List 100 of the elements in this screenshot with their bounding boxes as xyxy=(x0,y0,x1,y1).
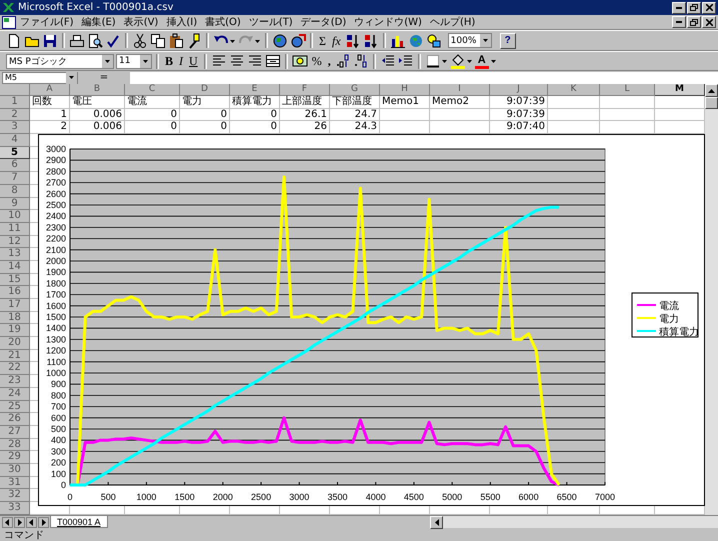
row-header[interactable]: 24 xyxy=(0,388,30,400)
globe-arrow-icon[interactable] xyxy=(290,32,306,48)
column-header[interactable]: L xyxy=(600,84,655,96)
column-header[interactable]: M xyxy=(655,84,705,96)
sheet-nav-icon[interactable] xyxy=(38,516,49,528)
row-header[interactable]: 17 xyxy=(0,299,30,312)
column-header[interactable]: D xyxy=(180,84,230,96)
globe-icon[interactable] xyxy=(272,32,288,48)
minimize-button[interactable] xyxy=(672,16,686,28)
borders-icon[interactable] xyxy=(424,53,448,69)
row-header[interactable]: 32 xyxy=(0,489,30,502)
row-header[interactable]: 19 xyxy=(0,324,30,338)
row-header[interactable]: 11 xyxy=(0,222,30,236)
workbook-icon[interactable] xyxy=(2,16,16,28)
sheet-tab[interactable]: T000901 A xyxy=(50,516,108,528)
vertical-scrollbar[interactable] xyxy=(705,84,718,515)
row-header[interactable]: 3 xyxy=(0,121,30,134)
name-box[interactable]: M5 xyxy=(2,72,78,84)
row-header[interactable]: 33 xyxy=(0,502,30,515)
font-dropdown[interactable]: MS Pゴシック xyxy=(6,54,114,68)
row-header[interactable]: 18 xyxy=(0,312,30,324)
currency-icon[interactable] xyxy=(292,53,308,69)
menu-item[interactable]: ウィンドウ(W) xyxy=(350,16,426,28)
fill-color-icon[interactable] xyxy=(450,53,473,69)
underline-button[interactable]: U xyxy=(187,53,200,69)
column-header[interactable]: F xyxy=(280,84,330,96)
row-header[interactable]: 15 xyxy=(0,274,30,286)
scroll-left-button[interactable] xyxy=(430,516,443,529)
sheet-nav-icon[interactable] xyxy=(2,516,13,528)
italic-button[interactable]: I xyxy=(177,53,186,69)
row-header[interactable]: 6 xyxy=(0,159,30,172)
row-header[interactable]: 26 xyxy=(0,413,30,426)
print-preview-icon[interactable] xyxy=(87,32,103,48)
row-header[interactable]: 20 xyxy=(0,337,30,350)
caret-icon[interactable] xyxy=(490,60,496,62)
column-header[interactable]: E xyxy=(230,84,280,96)
clipboard-icon[interactable] xyxy=(168,32,184,48)
row-header[interactable]: 5 xyxy=(0,146,30,160)
sort-descending-icon[interactable] xyxy=(362,32,379,48)
increase-decimal-icon[interactable] xyxy=(334,53,351,69)
column-header[interactable]: J xyxy=(490,84,548,96)
column-header[interactable]: K xyxy=(548,84,600,96)
row-header[interactable]: 9 xyxy=(0,198,30,210)
help-button[interactable]: ? xyxy=(500,32,516,48)
close-button[interactable] xyxy=(702,16,716,28)
shapes-icon[interactable] xyxy=(426,32,442,48)
close-button[interactable] xyxy=(702,2,716,14)
minimize-button[interactable] xyxy=(672,2,686,14)
row-header[interactable]: 27 xyxy=(0,426,30,439)
horizontal-scrollbar[interactable] xyxy=(430,516,718,528)
font-size-dropdown[interactable]: 11 xyxy=(116,54,152,68)
row-header[interactable]: 1 xyxy=(0,96,30,109)
menu-item[interactable]: ヘルプ(H) xyxy=(426,16,480,28)
sort-ascending-icon[interactable] xyxy=(344,32,361,48)
row-header[interactable]: 12 xyxy=(0,236,30,248)
row-header[interactable]: 31 xyxy=(0,476,30,490)
menu-item[interactable]: 書式(O) xyxy=(201,16,245,28)
row-header[interactable]: 29 xyxy=(0,451,30,464)
row-header[interactable]: 7 xyxy=(0,172,30,185)
sum-button[interactable]: Σ xyxy=(317,32,328,48)
column-header[interactable]: A xyxy=(30,84,70,96)
bold-button[interactable]: B xyxy=(163,53,176,69)
column-header[interactable]: H xyxy=(380,84,430,96)
comma-button[interactable]: , xyxy=(326,53,333,69)
row-header[interactable]: 13 xyxy=(0,248,30,261)
new-document-icon[interactable] xyxy=(6,32,22,48)
menu-item[interactable]: 編集(E) xyxy=(78,16,120,28)
scroll-up-button[interactable] xyxy=(705,84,718,97)
row-header[interactable]: 21 xyxy=(0,350,30,362)
merge-center-icon[interactable] xyxy=(264,53,281,69)
column-header[interactable]: C xyxy=(125,84,180,96)
menu-item[interactable]: 表示(V) xyxy=(120,16,162,28)
row-header[interactable]: 8 xyxy=(0,184,30,198)
font-color-button[interactable]: A xyxy=(474,54,489,68)
zoom-dropdown[interactable]: 100% xyxy=(448,33,492,48)
row-header[interactable]: 14 xyxy=(0,260,30,274)
menu-item[interactable]: ツール(T) xyxy=(244,16,297,28)
row-header[interactable]: 30 xyxy=(0,464,30,477)
column-header[interactable]: B xyxy=(70,84,125,96)
menu-item[interactable]: 挿入(I) xyxy=(162,16,202,28)
scissors-icon[interactable] xyxy=(132,32,148,48)
sheet-nav-icon[interactable] xyxy=(14,516,25,528)
row-header[interactable]: 23 xyxy=(0,375,30,388)
column-header[interactable]: G xyxy=(330,84,380,96)
menu-item[interactable]: ファイル(F) xyxy=(16,16,78,28)
copy-icon[interactable] xyxy=(150,32,166,48)
row-header[interactable]: 2 xyxy=(0,108,30,122)
row-header[interactable]: 28 xyxy=(0,438,30,452)
decrease-decimal-icon[interactable] xyxy=(352,53,369,69)
row-header[interactable]: 10 xyxy=(0,210,30,223)
restore-button[interactable] xyxy=(687,16,701,28)
printer-icon[interactable] xyxy=(69,32,85,48)
row-header[interactable]: 4 xyxy=(0,134,30,147)
row-header[interactable]: 25 xyxy=(0,400,30,414)
spellcheck-icon[interactable] xyxy=(105,32,121,48)
scroll-thumb[interactable] xyxy=(705,97,718,109)
menu-item[interactable]: データ(D) xyxy=(296,16,350,28)
function-button[interactable]: fx xyxy=(330,32,343,48)
formula-input[interactable] xyxy=(130,72,718,84)
column-header[interactable]: I xyxy=(430,84,490,96)
